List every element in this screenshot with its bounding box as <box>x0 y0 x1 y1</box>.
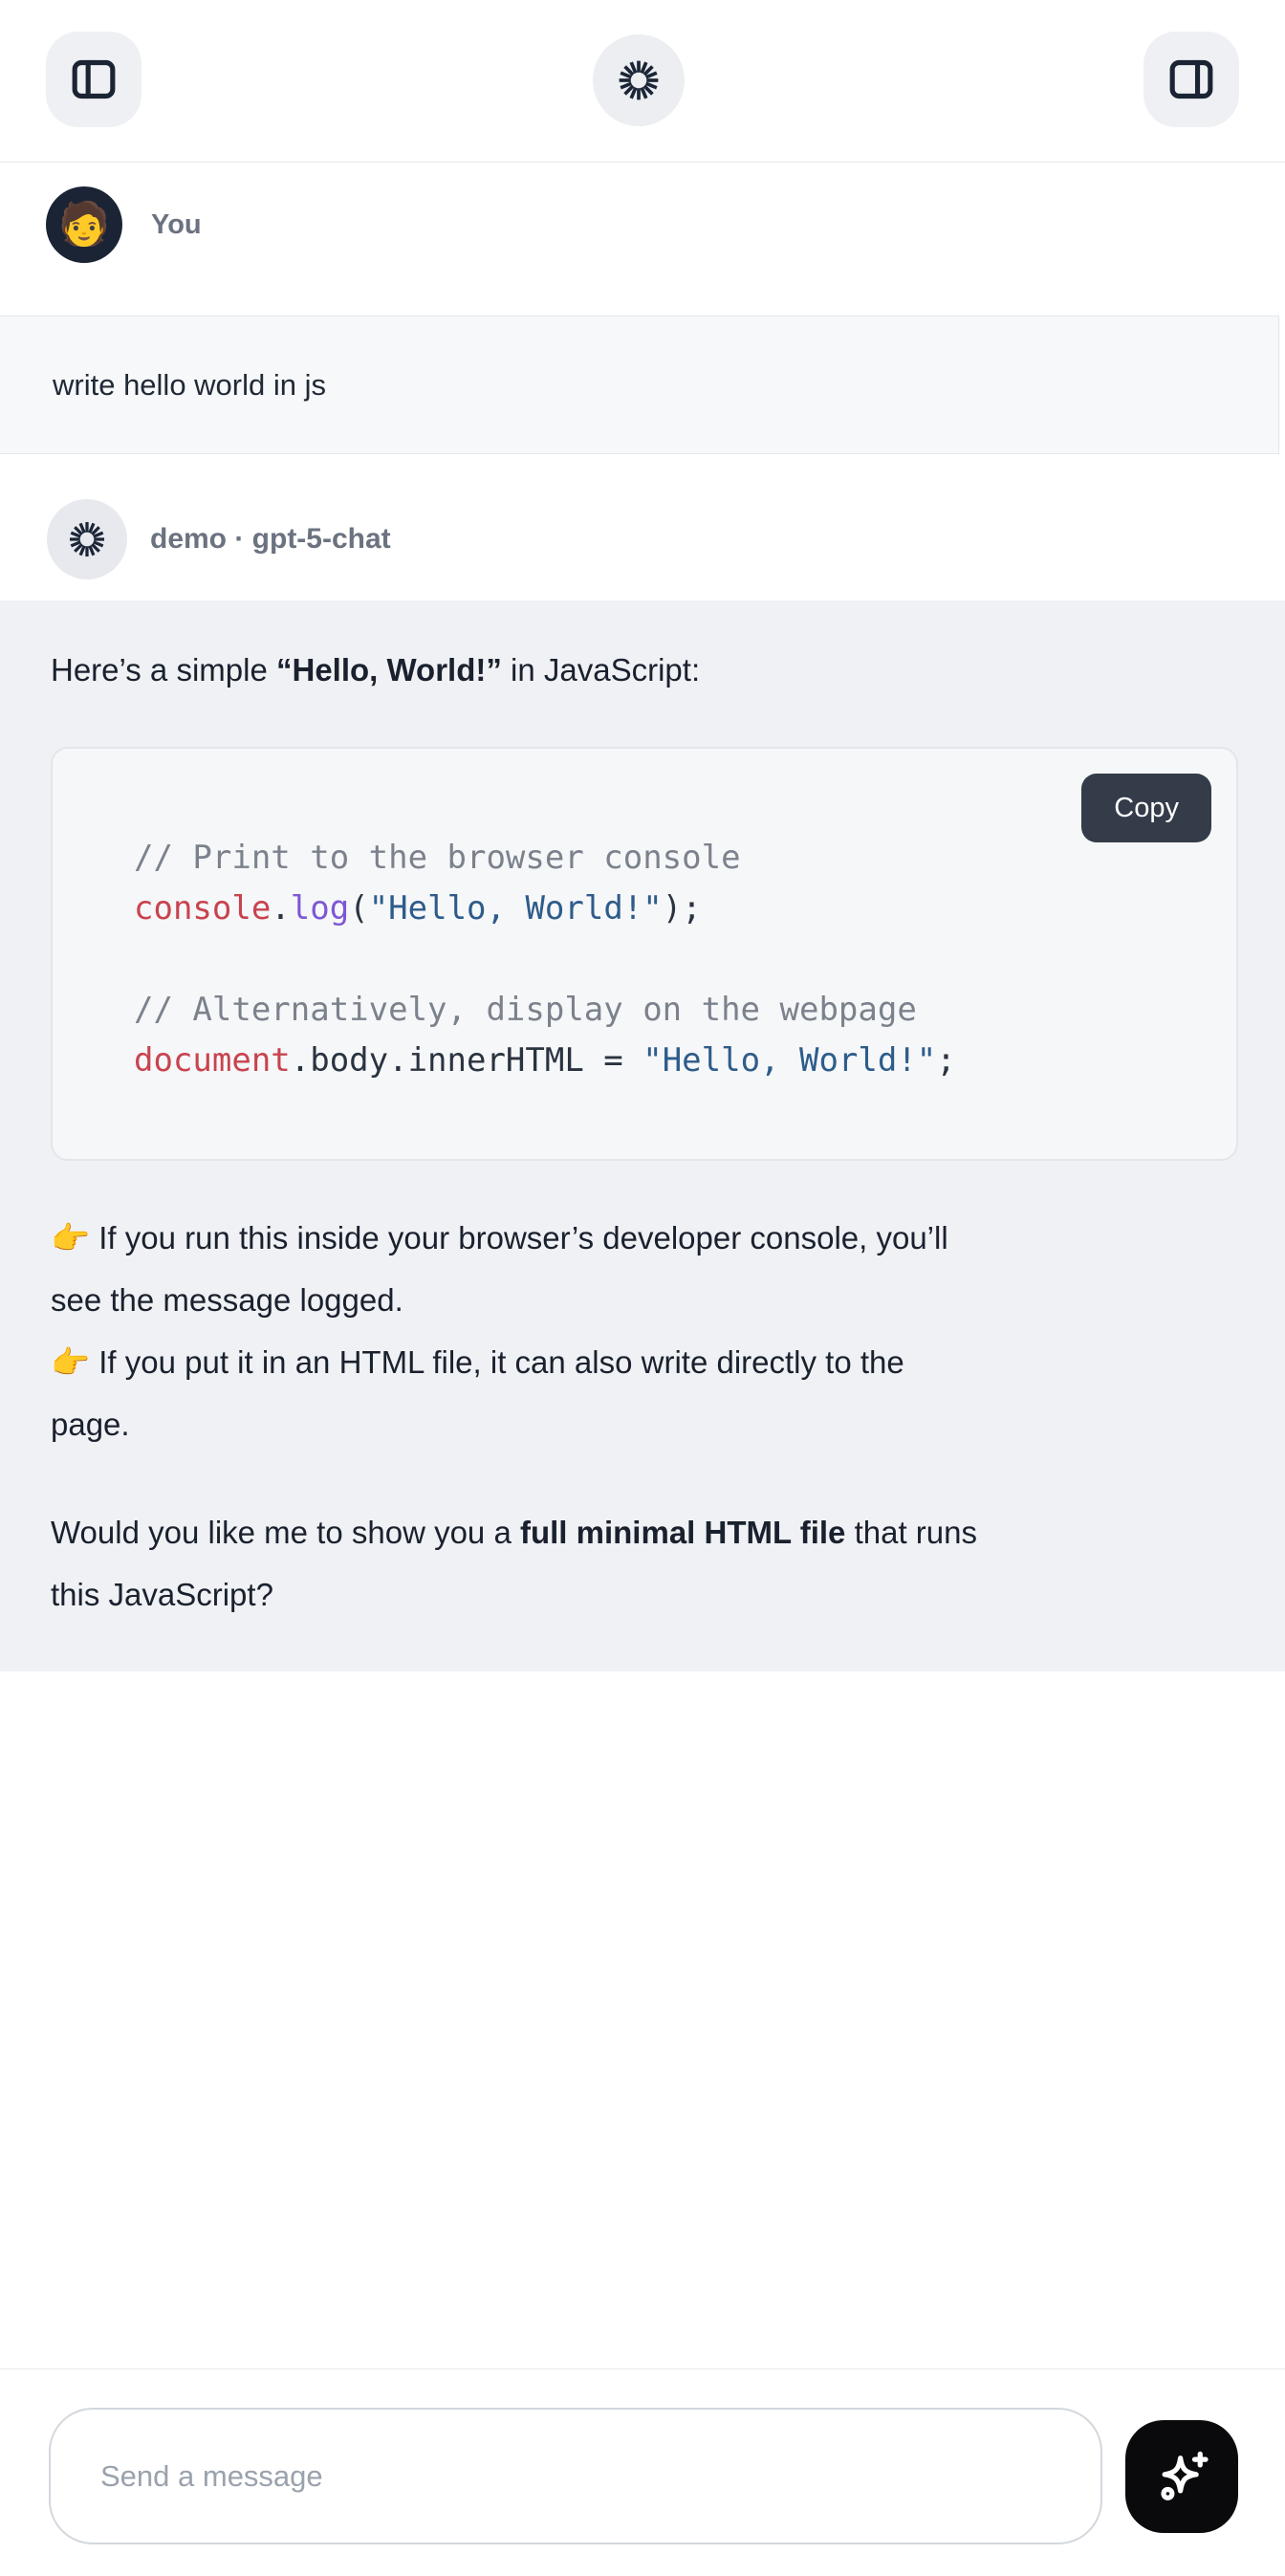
assistant-paragraph-intro: Here’s a simple “Hello, World!” in JavaS… <box>51 639 1235 701</box>
assistant-message-bubble: Here’s a simple “Hello, World!” in JavaS… <box>0 600 1285 1671</box>
panel-right-icon <box>1165 53 1218 106</box>
user-message-text: write hello world in js <box>53 368 326 403</box>
sparkle-icon <box>1150 2445 1213 2508</box>
app-logo-badge <box>593 34 685 126</box>
right-panel-toggle-button[interactable] <box>1143 32 1239 127</box>
copy-code-button[interactable]: Copy <box>1081 774 1211 842</box>
assistant-paragraph-tips: 👉 If you run this inside your browser’s … <box>51 1207 1235 1455</box>
user-name-label: You <box>151 163 202 287</box>
panel-left-icon <box>67 53 120 106</box>
user-message-bubble: write hello world in js <box>0 316 1279 454</box>
user-avatar: 🧑 <box>46 186 122 263</box>
chat-app: 🧑 You write hello world in js <box>0 0 1285 2576</box>
model-name-label: demo · gpt-5-chat <box>150 454 391 624</box>
assistant-avatar <box>47 499 127 579</box>
top-bar <box>0 0 1285 163</box>
starburst-icon <box>65 517 109 561</box>
person-emoji: 🧑 <box>58 204 111 246</box>
sidebar-toggle-button[interactable] <box>46 32 142 127</box>
code-content: // Print to the browser consoleconsole.l… <box>134 833 1208 1086</box>
user-message-header: 🧑 You <box>0 163 1285 316</box>
assistant-message-header: demo · gpt-5-chat <box>0 454 1285 600</box>
composer-bar <box>0 2369 1285 2576</box>
message-input[interactable] <box>49 2408 1102 2544</box>
send-button[interactable] <box>1125 2420 1238 2533</box>
starburst-icon <box>614 55 664 105</box>
code-block: Copy // Print to the browser consolecons… <box>51 747 1238 1161</box>
assistant-paragraph-question: Would you like me to show you a full min… <box>51 1501 1235 1626</box>
